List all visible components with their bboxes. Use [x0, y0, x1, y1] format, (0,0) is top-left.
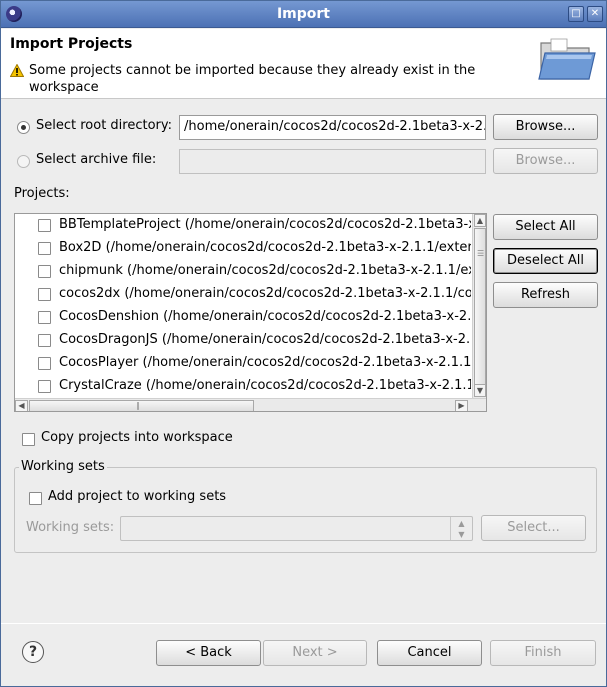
- combo-updown-icon: ▲ ▼: [450, 517, 472, 540]
- root-browse-button[interactable]: Browse...: [493, 114, 598, 140]
- title-bar[interactable]: Import □ ✕: [1, 1, 606, 28]
- project-checkbox[interactable]: [38, 265, 51, 278]
- archive-file-label: Select archive file:: [36, 152, 157, 167]
- warning-icon: [10, 64, 24, 77]
- project-name: chipmunk (/home/onerain/cocos2d/cocos2d-…: [59, 263, 471, 278]
- deselect-all-button[interactable]: Deselect All: [493, 248, 598, 274]
- page-title: Import Projects: [10, 36, 133, 52]
- project-checkbox[interactable]: [38, 311, 51, 324]
- projects-label: Projects:: [14, 186, 70, 201]
- working-sets-combo[interactable]: ▲ ▼: [120, 516, 473, 541]
- list-item[interactable]: cocos2dx (/home/onerain/cocos2d/cocos2d-…: [15, 283, 471, 306]
- list-item[interactable]: chipmunk (/home/onerain/cocos2d/cocos2d-…: [15, 260, 471, 283]
- grip-icon: ∥: [136, 401, 140, 410]
- add-to-working-sets-checkbox[interactable]: [29, 492, 42, 505]
- project-name: cocos2dx (/home/onerain/cocos2d/cocos2d-…: [59, 286, 471, 301]
- warning-message: Some projects cannot be imported because…: [29, 63, 476, 95]
- select-working-sets-button[interactable]: Select...: [481, 515, 586, 541]
- cancel-button[interactable]: Cancel: [377, 640, 482, 666]
- finish-button[interactable]: Finish: [490, 640, 596, 666]
- project-checkbox[interactable]: [38, 219, 51, 232]
- project-checkbox[interactable]: [38, 380, 51, 393]
- working-sets-label: Working sets:: [26, 520, 115, 535]
- root-directory-input[interactable]: /home/onerain/cocos2d/cocos2d-2.1beta3-x…: [179, 115, 486, 140]
- archive-browse-button[interactable]: Browse...: [493, 148, 598, 174]
- scroll-up-icon[interactable]: ▲: [474, 214, 486, 227]
- help-icon[interactable]: ?: [22, 641, 44, 663]
- project-checkbox[interactable]: [38, 357, 51, 370]
- project-name: CrystalCraze (/home/onerain/cocos2d/coco…: [59, 378, 471, 393]
- project-checkbox[interactable]: [38, 288, 51, 301]
- projects-list[interactable]: BBTemplateProject (/home/onerain/cocos2d…: [14, 213, 487, 412]
- list-item[interactable]: CocosPlayer (/home/onerain/cocos2d/cocos…: [15, 352, 471, 375]
- archive-file-radio[interactable]: [17, 155, 30, 168]
- close-icon[interactable]: ✕: [587, 6, 603, 22]
- list-item[interactable]: CocosDragonJS (/home/onerain/cocos2d/coc…: [15, 329, 471, 352]
- list-item[interactable]: CrystalCraze (/home/onerain/cocos2d/coco…: [15, 375, 471, 398]
- wizard-header: Import Projects Some projects cannot be …: [1, 29, 606, 99]
- add-to-working-sets-label: Add project to working sets: [48, 489, 227, 504]
- root-directory-radio[interactable]: [17, 121, 30, 134]
- folder-icon: [538, 38, 596, 80]
- list-item[interactable]: CocosDenshion (/home/onerain/cocos2d/coc…: [15, 306, 471, 329]
- project-name: Box2D (/home/onerain/cocos2d/cocos2d-2.1…: [59, 240, 471, 255]
- root-directory-label: Select root directory:: [36, 118, 173, 133]
- refresh-button[interactable]: Refresh: [493, 282, 598, 308]
- projects-vertical-scrollbar[interactable]: ▲ ☰ ▼: [472, 214, 486, 398]
- window-title: Import: [276, 6, 331, 22]
- project-name: CocosPlayer (/home/onerain/cocos2d/cocos…: [59, 355, 471, 370]
- footer-separator: [1, 623, 606, 624]
- project-name: CocosDragonJS (/home/onerain/cocos2d/coc…: [59, 332, 471, 347]
- copy-projects-label: Copy projects into workspace: [41, 430, 233, 445]
- project-checkbox[interactable]: [38, 334, 51, 347]
- scroll-left-icon[interactable]: ◀: [15, 400, 28, 411]
- select-all-button[interactable]: Select All: [493, 214, 598, 240]
- list-item[interactable]: Box2D (/home/onerain/cocos2d/cocos2d-2.1…: [15, 237, 471, 260]
- next-button[interactable]: Next >: [263, 640, 367, 666]
- scroll-right-icon[interactable]: ▶: [455, 400, 468, 411]
- scroll-down-icon[interactable]: ▼: [474, 384, 486, 397]
- working-sets-group-label: Working sets: [19, 459, 107, 474]
- archive-file-input[interactable]: [179, 149, 486, 174]
- import-dialog: Import □ ✕ Import Projects Some projects…: [0, 0, 607, 687]
- vertical-scroll-thumb[interactable]: ☰: [474, 228, 486, 388]
- project-name: CocosDenshion (/home/onerain/cocos2d/coc…: [59, 309, 471, 324]
- maximize-icon[interactable]: □: [568, 6, 584, 22]
- project-name: BBTemplateProject (/home/onerain/cocos2d…: [59, 217, 471, 232]
- copy-projects-checkbox[interactable]: [22, 433, 35, 446]
- back-button[interactable]: < Back: [156, 640, 261, 666]
- project-checkbox[interactable]: [38, 242, 51, 255]
- projects-horizontal-scrollbar[interactable]: ◀ ∥ ▶: [15, 398, 486, 411]
- list-item[interactable]: BBTemplateProject (/home/onerain/cocos2d…: [15, 214, 471, 237]
- horizontal-scroll-thumb[interactable]: ∥: [29, 400, 254, 411]
- grip-icon: ☰: [477, 249, 485, 258]
